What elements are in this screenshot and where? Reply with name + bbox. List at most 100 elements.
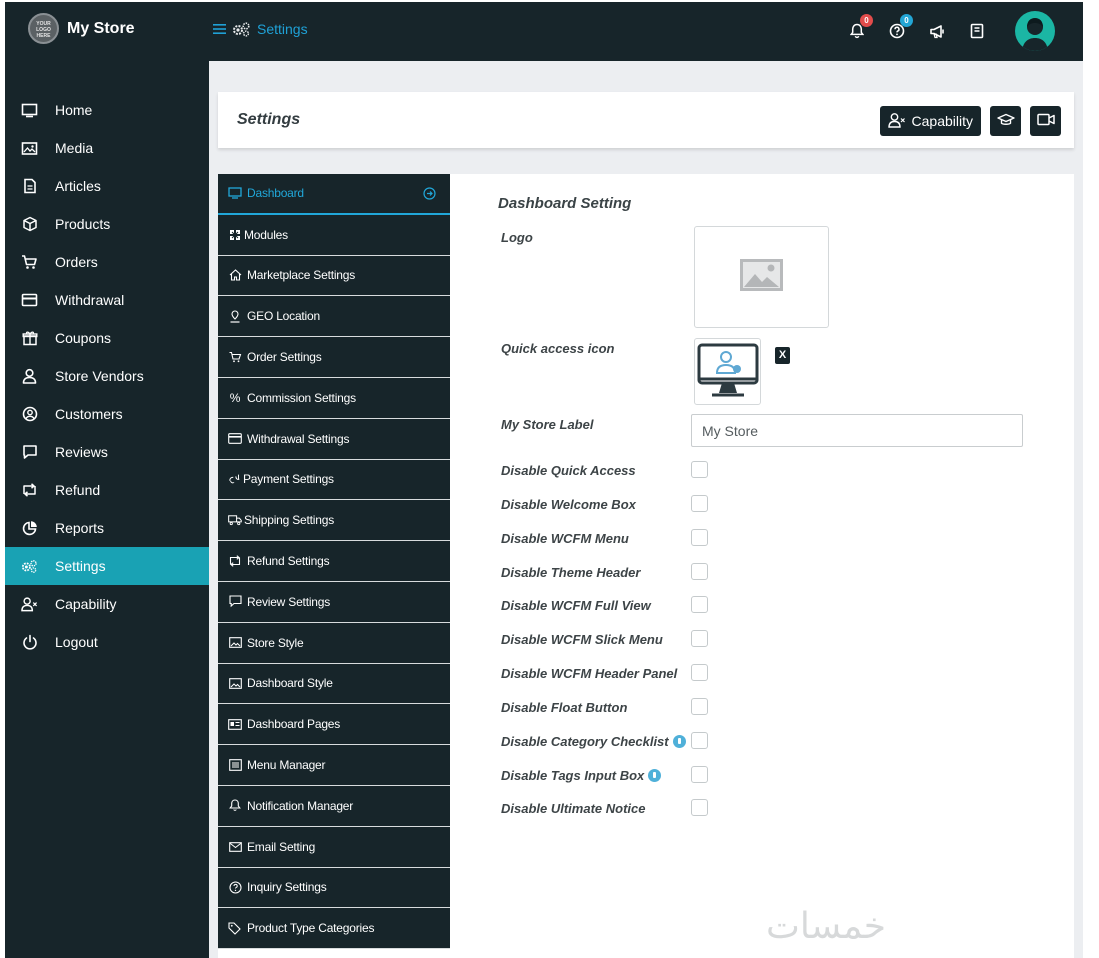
disable-category-checklist-checkbox[interactable] <box>691 732 708 749</box>
sidebar-item-logout[interactable]: Logout <box>5 623 209 661</box>
sidebar-item-label: Logout <box>55 634 98 650</box>
sidebar-item-capability[interactable]: Capability <box>5 585 209 623</box>
disable-float-button-label: Disable Float Button <box>501 700 628 715</box>
sidebar-item-articles[interactable]: Articles <box>5 167 209 205</box>
tab-shipping-settings[interactable]: Shipping Settings <box>218 500 450 542</box>
sidebar-item-label: Customers <box>55 406 123 422</box>
monitor-icon <box>21 102 38 119</box>
sidebar-item-reports[interactable]: Reports <box>5 509 209 547</box>
store-label-input[interactable] <box>691 414 1023 447</box>
page-title: Settings <box>237 111 301 128</box>
quick-access-label: Quick access icon <box>501 341 615 356</box>
credit-card-icon <box>21 292 38 309</box>
sidebar-item-label: Refund <box>55 482 101 498</box>
tab-commission-settings[interactable]: % Commission Settings <box>218 378 450 419</box>
tab-label: Modules <box>244 227 288 242</box>
disable-welcome-box-label: Disable Welcome Box <box>501 497 636 512</box>
tab-order-settings[interactable]: Order Settings <box>218 337 450 378</box>
store-name[interactable]: My Store <box>67 20 135 38</box>
disable-wcfm-header-panel-label: Disable WCFM Header Panel <box>501 666 678 681</box>
retweet-icon <box>21 482 38 499</box>
tab-inquiry-settings[interactable]: Inquiry Settings <box>218 868 450 909</box>
disable-wcfm-full-view-checkbox[interactable] <box>691 596 708 613</box>
disable-theme-header-checkbox[interactable] <box>691 563 708 580</box>
help-icon[interactable]: 0 <box>888 14 913 40</box>
tab-refund-settings[interactable]: Refund Settings <box>218 541 450 582</box>
tab-store-style[interactable]: Store Style <box>218 623 450 664</box>
tab-payment-settings[interactable]: Payment Settings <box>218 460 450 501</box>
bell-icon[interactable]: 0 <box>848 14 873 40</box>
tab-label: Commission Settings <box>247 390 356 405</box>
quick-access-icon-upload[interactable] <box>694 338 761 405</box>
tab-dashboard-style[interactable]: Dashboard Style <box>218 664 450 705</box>
menu-toggle-icon[interactable] <box>213 23 226 35</box>
sidebar-item-orders[interactable]: Orders <box>5 243 209 281</box>
capability-button[interactable]: Capability <box>879 106 981 136</box>
store-label-label: My Store Label <box>501 417 594 432</box>
disable-float-button-checkbox[interactable] <box>691 698 708 715</box>
disable-wcfm-header-panel-checkbox[interactable] <box>691 664 708 681</box>
tab-modules[interactable]: Modules <box>218 215 450 256</box>
sidebar-item-reviews[interactable]: Reviews <box>5 433 209 471</box>
breadcrumb-label[interactable]: Settings <box>257 21 308 37</box>
tab-label: Review Settings <box>247 594 331 609</box>
sidebar-item-refund[interactable]: Refund <box>5 471 209 509</box>
disable-welcome-box-checkbox[interactable] <box>691 495 708 512</box>
store-logo[interactable]: YOUR LOGO HERE <box>28 13 59 44</box>
tab-email-setting[interactable]: Email Setting <box>218 827 450 868</box>
disable-quick-access-label: Disable Quick Access <box>501 463 636 478</box>
power-icon <box>21 634 38 651</box>
info-icon[interactable] <box>648 769 662 783</box>
video-button[interactable] <box>1030 106 1061 136</box>
logo-upload[interactable] <box>694 226 829 328</box>
notification-count-badge: 0 <box>860 14 873 27</box>
disable-wcfm-slick-menu-checkbox[interactable] <box>691 630 708 647</box>
tutorial-button[interactable] <box>990 106 1021 136</box>
tab-label: Dashboard <box>247 186 304 201</box>
tab-marketplace-settings[interactable]: Marketplace Settings <box>218 256 450 297</box>
sidebar-item-products[interactable]: Products <box>5 205 209 243</box>
remove-quick-access-icon-button[interactable]: X <box>775 347 790 364</box>
sidebar-item-coupons[interactable]: Coupons <box>5 319 209 357</box>
tab-review-settings[interactable]: Review Settings <box>218 582 450 623</box>
disable-tags-input-box-checkbox[interactable] <box>691 766 708 783</box>
tab-label: Product Type Categories <box>247 921 375 936</box>
image-icon <box>228 636 242 650</box>
user-circle-icon <box>21 406 38 423</box>
tab-withdrawal-settings[interactable]: Withdrawal Settings <box>218 419 450 460</box>
graduation-cap-icon <box>996 113 1015 130</box>
header-actions: Capability <box>879 106 1061 136</box>
disable-ultimate-notice-checkbox[interactable] <box>691 799 708 816</box>
tab-dashboard-pages[interactable]: Dashboard Pages <box>218 704 450 746</box>
sidebar-item-home[interactable]: Home <box>5 91 209 129</box>
retweet-icon <box>228 554 242 568</box>
sidebar-item-label: Articles <box>55 178 101 194</box>
sidebar-item-withdrawal[interactable]: Withdrawal <box>5 281 209 319</box>
watermark: خمسات <box>766 906 887 947</box>
cogs-icon <box>21 558 38 575</box>
tab-product-type-categories[interactable]: Product Type Categories <box>218 908 450 950</box>
info-icon[interactable] <box>672 735 686 749</box>
user-x-icon <box>887 112 906 131</box>
tab-menu-manager[interactable]: Menu Manager <box>218 745 450 786</box>
disable-wcfm-menu-checkbox[interactable] <box>691 529 708 546</box>
tab-label: Marketplace Settings <box>247 268 356 283</box>
sidebar-item-media[interactable]: Media <box>5 129 209 167</box>
sidebar-item-customers[interactable]: Customers <box>5 395 209 433</box>
question-circle-icon <box>228 880 242 894</box>
id-card-icon <box>228 717 242 731</box>
megaphone-icon[interactable] <box>928 22 946 40</box>
envelope-icon <box>228 840 242 854</box>
tab-geo-location[interactable]: GEO Location <box>218 296 450 338</box>
book-icon[interactable] <box>968 22 986 40</box>
page-header: Settings Capability <box>218 92 1074 148</box>
cube-icon <box>21 216 38 233</box>
tab-dashboard[interactable]: Dashboard <box>218 174 450 215</box>
image-icon <box>21 140 38 157</box>
tab-notification-manager[interactable]: Notification Manager <box>218 786 450 827</box>
sidebar-item-store-vendors[interactable]: Store Vendors <box>5 357 209 395</box>
disable-quick-access-checkbox[interactable] <box>691 461 708 478</box>
user-avatar[interactable] <box>1015 11 1055 51</box>
breadcrumb: Settings <box>213 21 308 37</box>
sidebar-item-settings[interactable]: Settings <box>5 547 209 585</box>
